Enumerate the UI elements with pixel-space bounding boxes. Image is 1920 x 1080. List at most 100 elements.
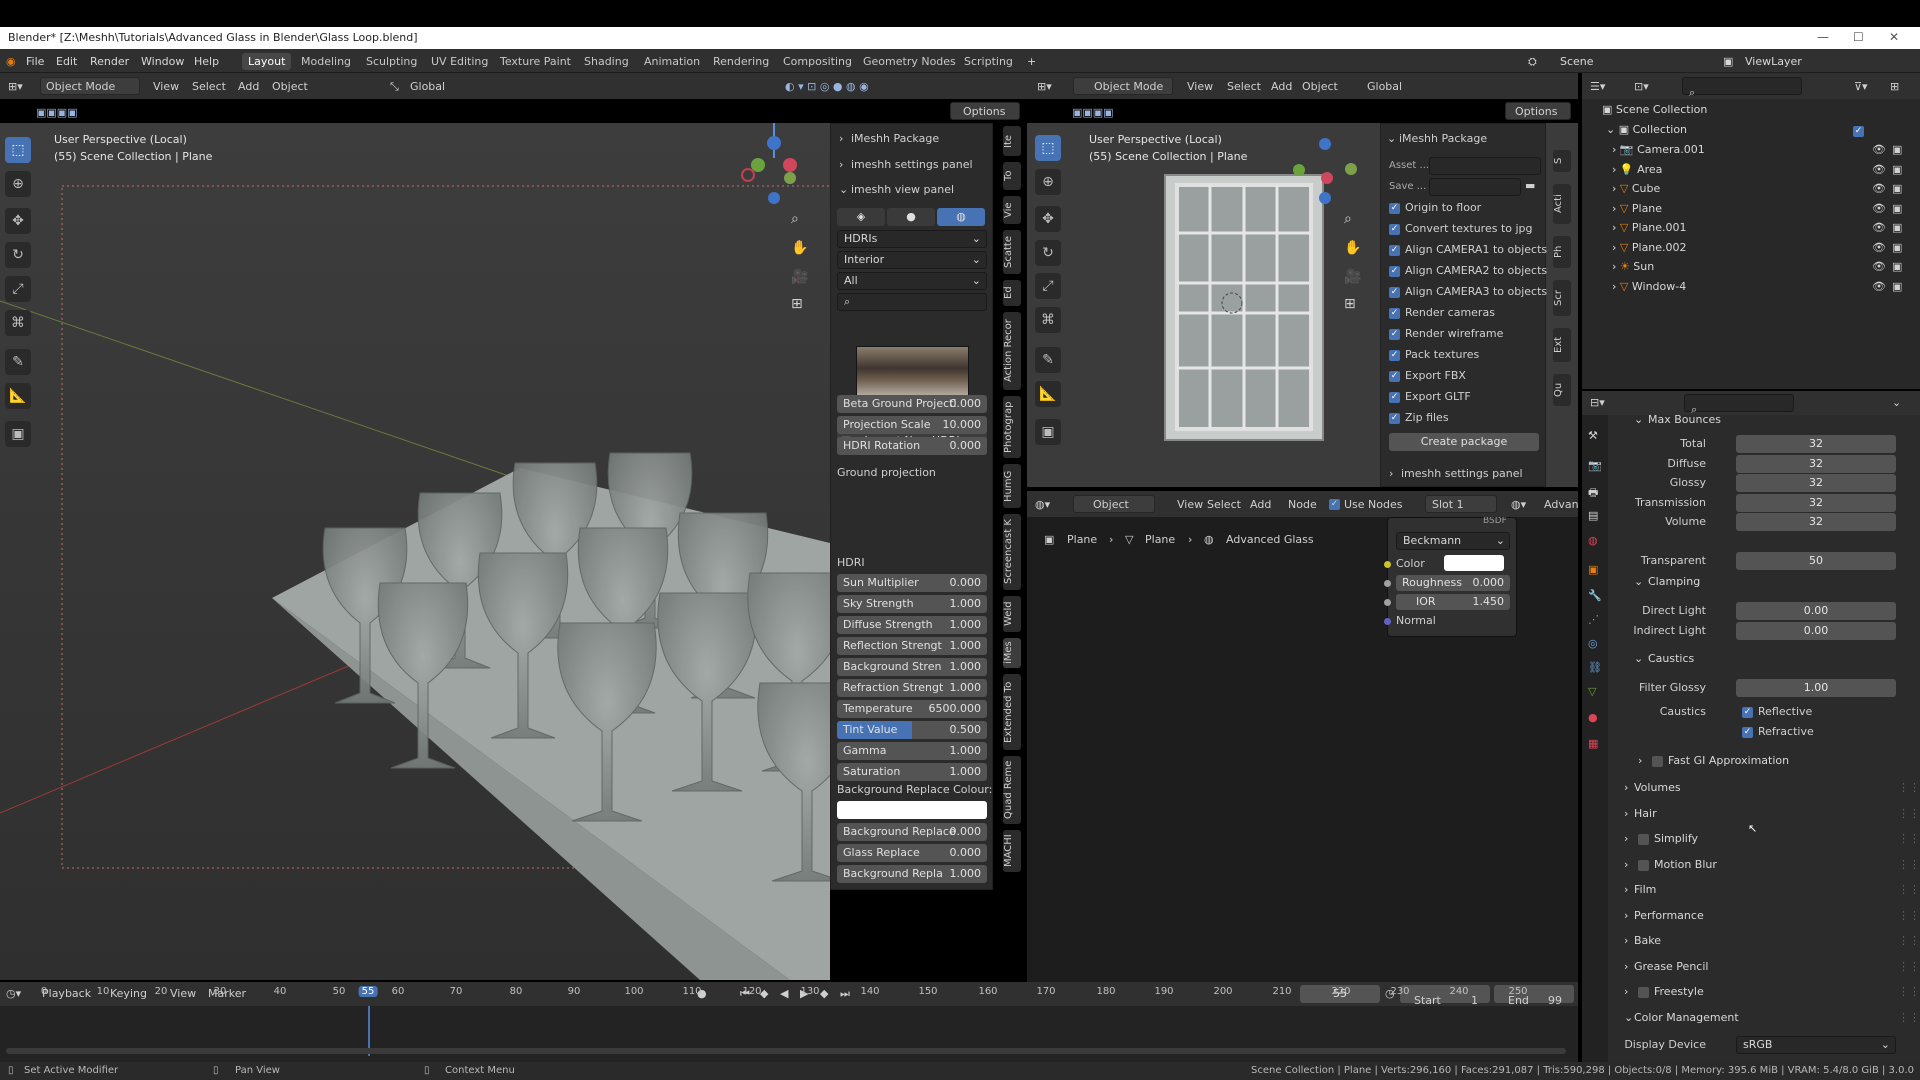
sidebar-tab[interactable]: Ext	[1553, 328, 1571, 362]
start-frame-field[interactable]: Start 1	[1400, 985, 1490, 1007]
menu-playback[interactable]: Playback	[42, 987, 91, 1000]
menu-node[interactable]: Node	[1288, 498, 1317, 511]
section-header[interactable]: Performance	[1634, 909, 1704, 922]
value-field[interactable]: HDRI Rotation 0.000	[837, 437, 987, 455]
sidebar-tab[interactable]: Vie	[1003, 196, 1021, 224]
use-nodes-checkbox[interactable]: ✓	[1329, 499, 1340, 510]
zoom-icon[interactable]: ⌕	[1344, 211, 1352, 227]
chevron-down-icon[interactable]: ⌄	[1892, 396, 1901, 409]
chevron-down-icon[interactable]: ⌄	[1624, 1011, 1633, 1024]
editor-type-icon[interactable]: ◍▾	[1035, 498, 1050, 511]
breadcrumb-material[interactable]: Advanced Glass	[1226, 533, 1314, 546]
sidebar-tab[interactable]: Scatte	[1003, 230, 1021, 274]
pan-hand-icon[interactable]: ✋	[791, 240, 808, 256]
move-tool-icon[interactable]: ✥	[1035, 206, 1061, 232]
visibility-eye-icon[interactable]: 👁	[1872, 241, 1886, 254]
texture-tab-icon[interactable]: ▦	[1588, 737, 1598, 750]
chevron-down-icon[interactable]: ⌄	[1634, 415, 1643, 426]
visibility-eye-icon[interactable]: 👁	[1872, 182, 1886, 195]
zoom-icon[interactable]: ⌕	[791, 211, 799, 227]
menu-object[interactable]: Object	[1302, 80, 1338, 93]
next-keyframe-icon[interactable]: ◆	[820, 987, 828, 1000]
chevron-right-icon[interactable]: ›	[1624, 960, 1628, 973]
select-box-tool-icon[interactable]: ⬚	[1035, 135, 1061, 161]
roughness-field[interactable]: Roughness 0.000	[1396, 575, 1510, 591]
render-camera-icon[interactable]: ▣	[1892, 241, 1902, 254]
property-field[interactable]: 50	[1736, 552, 1896, 570]
value-field[interactable]: Background Stren 1.000	[837, 658, 987, 676]
properties-search-input[interactable]: ⌕	[1684, 394, 1794, 416]
tab-texture-paint[interactable]: Texture Paint	[494, 53, 577, 70]
menu-add[interactable]: Add	[1250, 498, 1271, 511]
cursor-tool-icon[interactable]: ⊕	[5, 171, 31, 197]
measure-tool-icon[interactable]: 📐	[1035, 381, 1061, 407]
outliner-item[interactable]: › ▽ Plane.001	[1612, 221, 1912, 237]
chevron-right-icon[interactable]: ›	[1624, 985, 1628, 998]
visibility-eye-icon[interactable]: 👁	[1872, 202, 1886, 215]
view-layer-tab-icon[interactable]: ▤	[1588, 509, 1598, 522]
tab-sculpting[interactable]: Sculpting	[360, 53, 423, 70]
selection-mode-icon[interactable]: ▣▣▣▣	[1072, 106, 1114, 119]
value-field[interactable]: Diffuse Strength 1.000	[837, 616, 987, 634]
value-field[interactable]: Refraction Strengt 1.000	[837, 679, 987, 697]
value-field[interactable]: Glass Replace 0.000	[837, 844, 987, 862]
minimize-icon[interactable]: —	[1817, 30, 1829, 44]
fast-gi-header[interactable]: Fast GI Approximation	[1668, 754, 1789, 767]
section-enable-checkbox[interactable]	[1638, 859, 1649, 871]
sidebar-tab[interactable]: Action Recor	[1003, 312, 1021, 390]
value-field[interactable]: Tint Value 0.500	[837, 721, 987, 739]
sidebar-tab[interactable]: Quad Reme	[1003, 756, 1021, 824]
visibility-eye-icon[interactable]: 👁	[1872, 163, 1886, 176]
add-workspace-icon[interactable]: +	[1027, 55, 1036, 68]
package-header[interactable]: iMeshh Package	[1399, 132, 1487, 145]
section-header[interactable]: Grease Pencil	[1634, 960, 1708, 973]
menu-select[interactable]: Select	[192, 80, 226, 93]
chevron-right-icon[interactable]: ›	[1612, 280, 1620, 293]
scene-name[interactable]: Scene	[1560, 55, 1594, 68]
tab-modeling[interactable]: Modeling	[295, 53, 357, 70]
drag-handle-icon[interactable]: ⋮⋮	[1898, 807, 1920, 820]
left-3d-viewport[interactable]: User Perspective (Local) (55) Scene Coll…	[0, 123, 830, 980]
measure-tool-icon[interactable]: 📐	[5, 383, 31, 409]
tab-compositing[interactable]: Compositing	[777, 53, 858, 70]
annotate-tool-icon[interactable]: ✎	[5, 349, 31, 375]
ortho-grid-icon[interactable]: ⊞	[1344, 296, 1356, 312]
property-field[interactable]: 0.00	[1736, 602, 1896, 620]
save-path-input[interactable]	[1429, 178, 1521, 196]
chevron-right-icon[interactable]: ›	[1624, 858, 1628, 871]
jump-end-icon[interactable]: ⏭	[840, 987, 850, 1001]
hdri-thumbnail[interactable]	[856, 346, 969, 401]
rotate-tool-icon[interactable]: ↻	[1035, 240, 1061, 266]
outliner-item[interactable]: › ▽ Plane	[1612, 202, 1912, 218]
tab-geometry-nodes[interactable]: Geometry Nodes	[857, 53, 962, 70]
selection-mode-icon[interactable]: ▣▣▣▣	[36, 106, 78, 119]
property-field[interactable]: 32	[1736, 474, 1896, 492]
render-camera-icon[interactable]: ▣	[1892, 260, 1902, 273]
chevron-right-icon[interactable]: ›	[1612, 221, 1620, 234]
tab-rendering[interactable]: Rendering	[707, 53, 775, 70]
editor-type-icon[interactable]: ☰▾	[1590, 80, 1605, 93]
filter-icon[interactable]: ⊽▾	[1854, 80, 1868, 93]
menu-object[interactable]: Object	[272, 80, 308, 93]
menu-file[interactable]: File	[26, 55, 44, 68]
close-icon[interactable]: ✕	[1889, 30, 1899, 44]
property-field[interactable]: 32	[1736, 513, 1896, 531]
chevron-right-icon[interactable]: ›	[1612, 143, 1620, 156]
editor-type-icon[interactable]: ⊞▾	[8, 80, 23, 93]
select-box-tool-icon[interactable]: ⬚	[5, 137, 31, 163]
chevron-right-icon[interactable]: ›	[1624, 883, 1628, 896]
tab-layout[interactable]: Layout	[242, 53, 292, 70]
menu-window[interactable]: Window	[141, 55, 184, 68]
sidebar-tab[interactable]: Ite	[1003, 126, 1021, 156]
chevron-right-icon[interactable]: ›	[839, 132, 843, 145]
scene-collection-row[interactable]: ▣ Scene Collection	[1602, 103, 1872, 119]
option-checkbox[interactable]: ✓	[1389, 224, 1400, 235]
drag-handle-icon[interactable]: ⋮⋮	[1898, 934, 1920, 947]
render-camera-icon[interactable]: ▣	[1892, 280, 1902, 293]
drag-handle-icon[interactable]: ⋮⋮	[1898, 960, 1920, 973]
tab-animation[interactable]: Animation	[638, 53, 706, 70]
material-mode-icon[interactable]: ●	[887, 208, 935, 226]
sidebar-tab[interactable]: MACHI	[1003, 830, 1021, 872]
menu-edit[interactable]: Edit	[56, 55, 77, 68]
value-field[interactable]: Beta Ground Projecti 0.000	[837, 395, 987, 413]
